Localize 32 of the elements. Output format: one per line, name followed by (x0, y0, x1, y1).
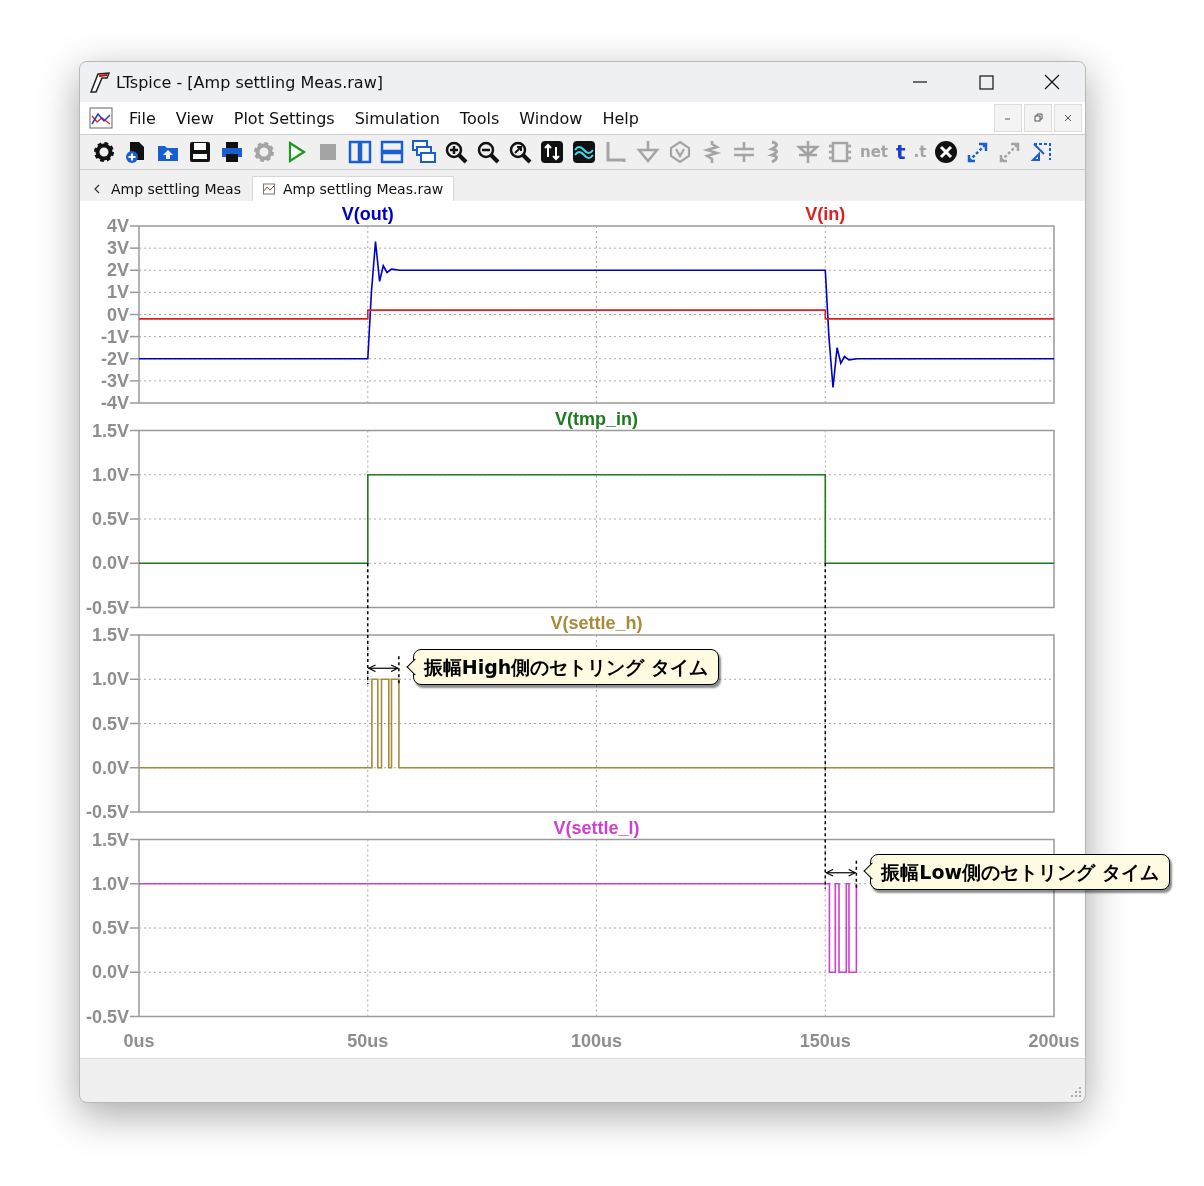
y-tick-label: 0.5V (91, 713, 129, 734)
y-tick-label: 3V (106, 238, 129, 259)
y-tick-label: 0.0V (91, 757, 129, 778)
y-tick-label: 0V (106, 304, 129, 325)
y-tick-label: -0.5V (85, 597, 129, 618)
y-tick-label: 1.5V (91, 829, 129, 850)
y-tick-label: 1.5V (91, 420, 129, 441)
y-tick-label: 1.0V (91, 464, 129, 485)
callout-label: 振幅High側のセトリング タイム (403, 649, 722, 689)
y-tick-label: 2V (106, 260, 129, 281)
y-tick-label: 1.0V (91, 873, 129, 894)
window-title: LTspice - [Amp settling Meas.raw] (116, 72, 384, 92)
callout-label: 振幅Low側のセトリング タイム (861, 853, 1173, 893)
y-tick-label: 0.5V (91, 509, 129, 529)
y-tick-label: -3V (101, 370, 129, 391)
y-tick-label: 0.0V (91, 962, 129, 983)
x-tick-label: 100us (571, 1030, 622, 1051)
y-tick-label: -0.5V (85, 802, 129, 822)
x-tick-label: 200us (1028, 1030, 1080, 1051)
x-tick-label: 50us (347, 1030, 389, 1051)
y-tick-label: -2V (101, 348, 129, 369)
y-tick-label: 1.0V (91, 669, 129, 690)
y-tick-label: 1V (106, 282, 129, 303)
y-tick-label: -0.5V (85, 1006, 129, 1027)
y-tick-label: 1.5V (91, 625, 129, 645)
y-tick-label: -4V (101, 393, 129, 413)
x-tick-label: 0us (123, 1030, 155, 1051)
x-tick-label: 150us (799, 1030, 851, 1051)
y-tick-label: 0.0V (91, 553, 129, 574)
y-tick-label: 0.5V (91, 918, 129, 938)
y-tick-label: -1V (101, 326, 129, 347)
y-tick-label: 4V (106, 216, 129, 236)
